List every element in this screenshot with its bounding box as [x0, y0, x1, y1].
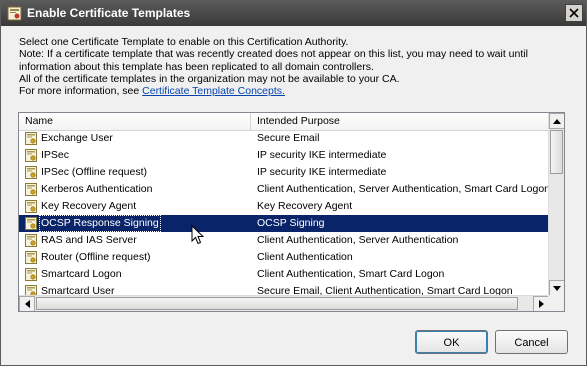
vertical-scroll-thumb[interactable]	[550, 130, 563, 174]
window-title: Enable Certificate Templates	[27, 6, 191, 20]
certificate-template-icon	[25, 200, 37, 213]
certificate-app-icon	[7, 6, 22, 21]
arrow-down-icon	[553, 285, 561, 291]
horizontal-scroll-thumb[interactable]	[36, 297, 518, 310]
template-purpose: IP security IKE intermediate	[257, 149, 387, 161]
description-line: For more information, see Certificate Te…	[19, 85, 569, 97]
template-row[interactable]: IPSec (Offline request) IP security IKE i…	[19, 164, 549, 181]
template-name: Smartcard Logon	[41, 268, 122, 280]
scroll-right-button[interactable]	[533, 296, 549, 311]
template-row[interactable]: Kerberos Authentication Client Authentica…	[19, 181, 549, 198]
template-purpose: Client Authentication	[257, 251, 353, 263]
template-row[interactable]: Exchange User Secure Email	[19, 130, 549, 147]
close-icon	[569, 8, 579, 18]
template-name: Key Recovery Agent	[41, 200, 137, 212]
template-row[interactable]: RAS and IAS Server Client Authentication,…	[19, 232, 549, 249]
more-info-prefix: For more information, see	[19, 85, 143, 98]
template-purpose: Client Authentication, Smart Card Logon	[257, 268, 445, 280]
title-bar[interactable]: Enable Certificate Templates	[1, 1, 586, 26]
template-row[interactable]: OCSP Response Signing OCSP Signing	[19, 215, 549, 232]
scroll-corner	[548, 295, 564, 311]
description-line: Select one Certificate Template to enabl…	[19, 36, 349, 48]
certificate-template-icon	[25, 268, 37, 281]
column-header-name[interactable]: Name	[19, 113, 251, 130]
template-purpose: IP security IKE intermediate	[257, 166, 387, 178]
certificate-template-icon	[25, 149, 37, 162]
template-row[interactable]: Key Recovery Agent Key Recovery Agent	[19, 198, 549, 215]
template-name: Kerberos Authentication	[41, 183, 153, 195]
column-header-purpose[interactable]: Intended Purpose	[251, 113, 549, 130]
mouse-pointer-icon	[191, 225, 205, 245]
template-name: IPSec	[41, 149, 70, 161]
template-list[interactable]: Name Intended Purpose Exchange User Secur…	[18, 112, 565, 312]
certificate-template-icon	[25, 234, 37, 247]
certificate-template-icon	[25, 251, 37, 264]
horizontal-scrollbar[interactable]	[19, 295, 549, 311]
template-purpose: Client Authentication, Server Authentica…	[257, 183, 549, 195]
certificate-template-icon	[25, 132, 37, 145]
description-line: Note: If a certificate template that was…	[19, 48, 528, 61]
list-header: Name Intended Purpose	[19, 113, 549, 131]
close-button[interactable]	[565, 4, 583, 22]
certificate-template-icon	[25, 183, 37, 196]
template-row[interactable]: Smartcard Logon Client Authentication, Sm…	[19, 266, 549, 283]
certificate-template-icon	[25, 217, 37, 230]
template-name: IPSec (Offline request)	[41, 166, 148, 178]
template-name: Exchange User	[41, 132, 113, 144]
cancel-button[interactable]: Cancel	[495, 330, 568, 354]
dialog-window: Enable Certificate Templates Select one …	[0, 0, 587, 366]
arrow-up-icon	[553, 118, 561, 124]
vertical-scrollbar[interactable]	[548, 113, 564, 296]
template-name: RAS and IAS Server	[41, 234, 137, 246]
certificate-template-concepts-link[interactable]: Certificate Template Concepts.	[142, 85, 285, 97]
template-name: Router (Offline request)	[41, 251, 151, 263]
certificate-template-icon	[25, 166, 37, 179]
scroll-up-button[interactable]	[549, 113, 564, 129]
description-line: All of the certificate templates in the …	[19, 72, 400, 85]
ok-button[interactable]: OK	[415, 330, 488, 354]
scroll-left-button[interactable]	[19, 296, 35, 311]
description-line: information about this template has been…	[19, 60, 374, 73]
template-name: OCSP Response Signing	[39, 215, 161, 232]
arrow-left-icon	[24, 300, 30, 308]
template-row[interactable]: IPSec IP security IKE intermediate	[19, 147, 549, 164]
description: Select one Certificate Template to enabl…	[19, 36, 569, 97]
template-row[interactable]: Router (Offline request) Client Authentic…	[19, 249, 549, 266]
template-purpose: Client Authentication, Server Authentica…	[257, 234, 459, 246]
template-purpose: Key Recovery Agent	[257, 200, 353, 212]
template-purpose: OCSP Signing	[257, 217, 325, 229]
template-purpose: Secure Email	[257, 132, 320, 144]
list-rows: Exchange User Secure Email IPSec IP securit…	[19, 130, 549, 296]
arrow-right-icon	[538, 300, 544, 308]
scroll-down-button[interactable]	[549, 280, 564, 296]
